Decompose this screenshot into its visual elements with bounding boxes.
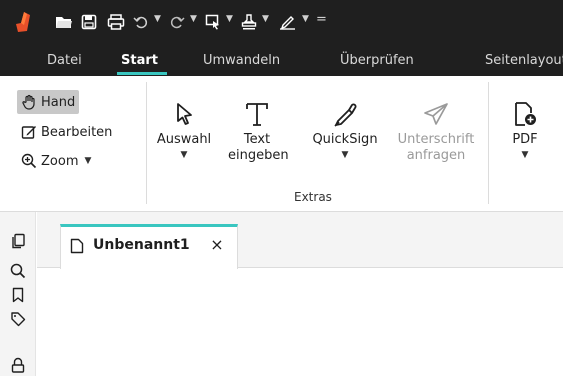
sign-pen-icon[interactable] xyxy=(278,12,298,32)
tag-icon[interactable] xyxy=(9,310,27,328)
select-tool-dropdown-icon[interactable]: ▼ xyxy=(226,14,233,24)
chevron-down-icon: ▼ xyxy=(180,150,188,160)
document-icon xyxy=(70,238,84,258)
title-bar: ▼ ▼ ▼ ▼ ▼ = xyxy=(0,0,563,46)
document-canvas[interactable] xyxy=(37,269,563,376)
edit-tool-button[interactable]: Bearbeiten xyxy=(17,120,116,144)
edit-icon xyxy=(21,124,37,140)
tab-seitenlayout[interactable]: Seitenlayout xyxy=(485,46,563,76)
close-icon[interactable]: × xyxy=(207,235,227,255)
open-folder-icon[interactable] xyxy=(54,12,74,32)
document-tab[interactable]: Unbenannt1 × xyxy=(60,224,238,269)
document-tab-title: Unbenannt1 xyxy=(93,237,190,253)
print-icon[interactable] xyxy=(106,12,126,32)
cursor-arrow-icon xyxy=(156,96,212,132)
quicksign-label: QuickSign xyxy=(312,132,378,147)
tab-datei[interactable]: Datei xyxy=(47,46,82,76)
tab-umwandeln[interactable]: Umwandeln xyxy=(203,46,280,76)
pages-icon[interactable] xyxy=(9,232,27,250)
sign-pen-dropdown-icon[interactable]: ▼ xyxy=(302,14,309,24)
lock-icon[interactable] xyxy=(9,356,27,374)
auswahl-label: Auswahl xyxy=(156,132,212,147)
request-signature-label-line2: anfragen xyxy=(406,148,466,163)
ribbon-divider xyxy=(488,82,489,204)
undo-icon[interactable] xyxy=(132,12,150,32)
text-t-icon xyxy=(228,96,286,132)
pdf-create-label: PDF xyxy=(512,132,538,147)
chevron-down-icon: ▼ xyxy=(84,156,92,166)
text-input-label-line2: eingeben xyxy=(228,148,289,163)
menu-bar: Datei Start Umwandeln Überprüfen Seitenl… xyxy=(0,46,563,76)
request-signature-button[interactable]: Unterschrift anfragen xyxy=(388,96,484,164)
redo-dropdown-icon[interactable]: ▼ xyxy=(190,14,197,24)
save-icon[interactable] xyxy=(80,12,98,32)
select-tool-icon[interactable] xyxy=(204,12,222,32)
text-input-label-line1: Text xyxy=(243,132,271,147)
pdf-add-icon xyxy=(505,96,545,132)
customize-quick-access-icon[interactable]: = xyxy=(316,12,327,27)
paper-plane-icon xyxy=(388,96,484,132)
extras-group-label: Extras xyxy=(294,190,332,204)
app-logo-icon xyxy=(14,10,32,34)
text-input-button[interactable]: Text eingeben xyxy=(228,96,289,164)
ribbon-divider xyxy=(146,82,147,204)
pdf-create-button[interactable]: PDF ▼ xyxy=(505,96,545,160)
hand-icon xyxy=(21,94,37,110)
stamp-dropdown-icon[interactable]: ▼ xyxy=(262,14,269,24)
zoom-tool-button[interactable]: Zoom ▼ xyxy=(17,149,95,173)
zoom-tool-label: Zoom xyxy=(41,153,79,169)
request-signature-label-line1: Unterschrift xyxy=(397,132,475,147)
redo-icon[interactable] xyxy=(168,12,186,32)
active-tab-indicator xyxy=(117,72,167,75)
zoom-icon xyxy=(21,153,37,169)
pen-nib-icon xyxy=(305,96,385,132)
hand-tool-button[interactable]: Hand xyxy=(17,90,80,114)
chevron-down-icon: ▼ xyxy=(341,150,349,160)
bookmark-icon[interactable] xyxy=(9,286,27,304)
stamp-icon[interactable] xyxy=(240,12,258,32)
auswahl-button[interactable]: Auswahl ▼ xyxy=(156,96,212,160)
hand-tool-label: Hand xyxy=(41,94,76,110)
quicksign-button[interactable]: QuickSign ▼ xyxy=(305,96,385,160)
undo-dropdown-icon[interactable]: ▼ xyxy=(154,14,161,24)
chevron-down-icon: ▼ xyxy=(521,150,529,160)
tab-ueberpruefen[interactable]: Überprüfen xyxy=(340,46,414,76)
search-icon[interactable] xyxy=(9,262,27,280)
edit-tool-label: Bearbeiten xyxy=(41,124,113,140)
